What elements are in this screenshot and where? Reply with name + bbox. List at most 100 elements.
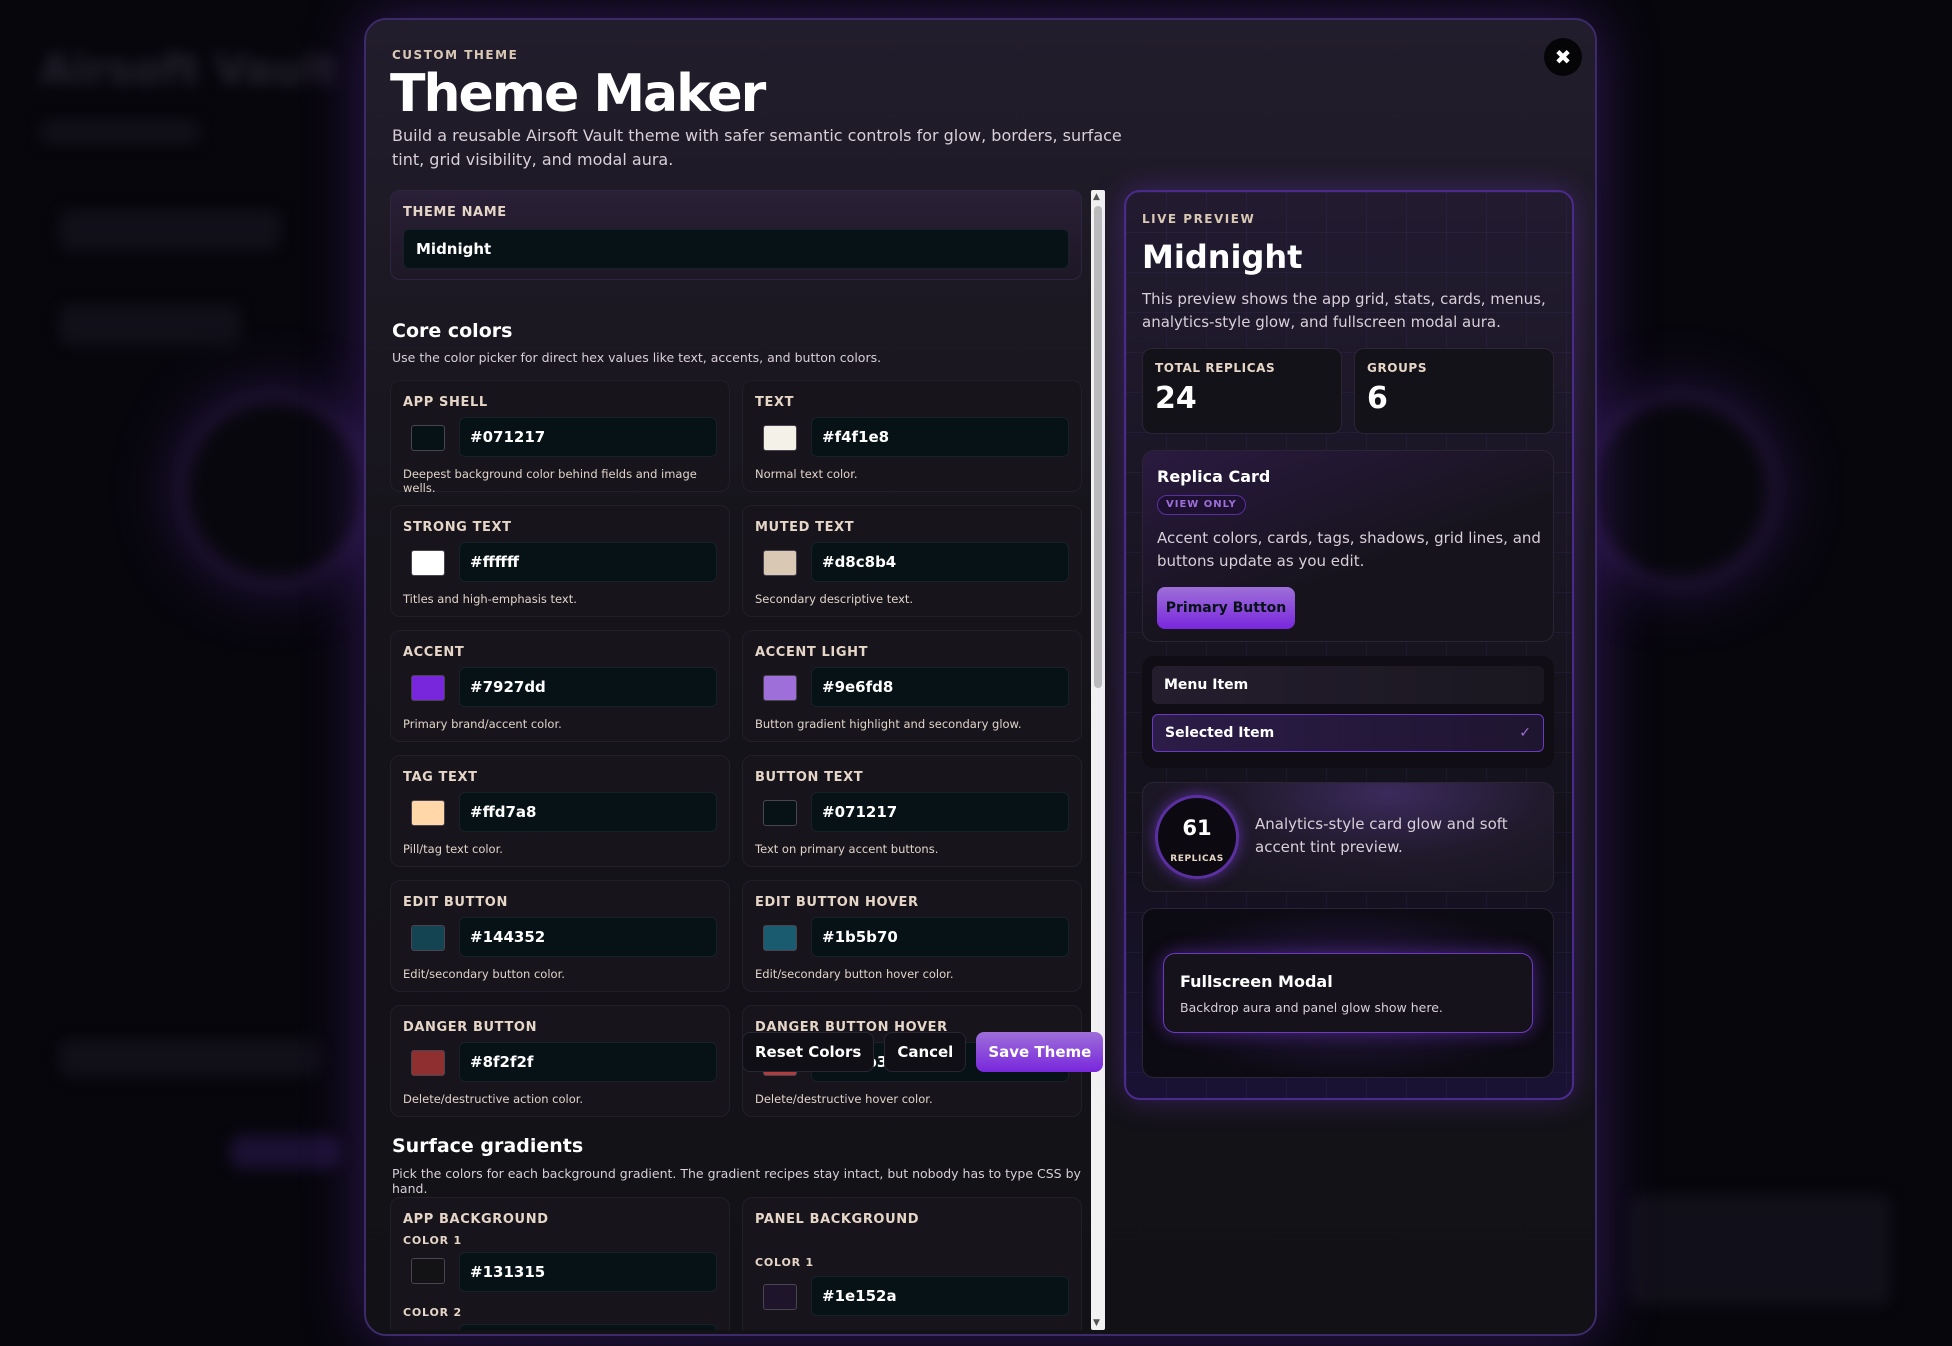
color-label: COLOR 1 xyxy=(403,1234,462,1247)
field-label: APP BACKGROUND xyxy=(403,1212,549,1227)
close-button[interactable]: ✖ xyxy=(1544,38,1582,76)
hex-input[interactable]: #7927dd xyxy=(459,667,717,707)
scroll-down-icon[interactable]: ▼ xyxy=(1093,1318,1100,1328)
stat-label: GROUPS xyxy=(1367,361,1428,375)
field-button-text: BUTTON TEXT #071217 Text on primary acce… xyxy=(742,755,1082,867)
field-hint: Edit/secondary button hover color. xyxy=(755,967,954,981)
background-bar xyxy=(60,305,240,345)
field-label: EDIT BUTTON HOVER xyxy=(755,895,919,910)
field-label: PANEL BACKGROUND xyxy=(755,1212,920,1227)
replica-count-ring: 61 REPLICAS xyxy=(1155,795,1239,879)
theme-name-label: THEME NAME xyxy=(403,205,507,220)
hex-input[interactable]: #144352 xyxy=(459,917,717,957)
background-bar xyxy=(60,1040,320,1076)
field-label: STRONG TEXT xyxy=(403,520,512,535)
stat-value: 6 xyxy=(1367,381,1388,416)
replica-card-title: Replica Card xyxy=(1157,467,1271,486)
color-swatch[interactable] xyxy=(411,925,445,951)
theme-name-card: THEME NAME Midnight xyxy=(390,190,1082,280)
field-label: APP SHELL xyxy=(403,395,488,410)
menu-item-label: Menu Item xyxy=(1164,677,1249,693)
ring-number: 61 xyxy=(1182,816,1212,840)
scroll-thumb[interactable] xyxy=(1094,206,1102,688)
field-label: BUTTON TEXT xyxy=(755,770,864,785)
field-danger-button: DANGER BUTTON #8f2f2f Delete/destructive… xyxy=(390,1005,730,1117)
hex-input[interactable]: #9e6fd8 xyxy=(811,667,1069,707)
modal-eyebrow: CUSTOM THEME xyxy=(392,48,519,62)
field-app-background: APP BACKGROUND COLOR 1 #131315 COLOR 2 xyxy=(390,1197,730,1330)
menu-item-selected[interactable]: Selected Item ✓ xyxy=(1152,714,1544,752)
modal-preview-panel: Fullscreen Modal Backdrop aura and panel… xyxy=(1163,953,1533,1033)
field-label: EDIT BUTTON xyxy=(403,895,508,910)
field-panel-background: PANEL BACKGROUND COLOR 1 #1e152a xyxy=(742,1197,1082,1330)
hex-input[interactable]: #ffffff xyxy=(459,542,717,582)
color-swatch[interactable] xyxy=(411,675,445,701)
modal-title: Theme Maker xyxy=(390,64,766,124)
close-icon: ✖ xyxy=(1554,45,1572,69)
color-swatch[interactable] xyxy=(763,800,797,826)
cancel-button[interactable]: Cancel xyxy=(884,1032,967,1072)
hex-input[interactable]: #f4f1e8 xyxy=(811,417,1069,457)
theme-name-input[interactable]: Midnight xyxy=(403,229,1069,269)
hex-input[interactable]: #131315 xyxy=(459,1252,717,1292)
surface-gradients-description: Pick the colors for each background grad… xyxy=(392,1166,1081,1196)
background-bar xyxy=(1630,1195,1890,1305)
color-swatch[interactable] xyxy=(763,1284,797,1310)
field-hint: Titles and high-emphasis text. xyxy=(403,592,577,606)
hex-input[interactable]: #ffd7a8 xyxy=(459,792,717,832)
fullscreen-modal-preview: Fullscreen Modal Backdrop aura and panel… xyxy=(1142,908,1554,1078)
scroll-up-icon[interactable]: ▲ xyxy=(1093,192,1100,202)
color-swatch[interactable] xyxy=(411,550,445,576)
primary-button-preview[interactable]: Primary Button xyxy=(1157,587,1295,629)
field-accent-light: ACCENT LIGHT #9e6fd8 Button gradient hig… xyxy=(742,630,1082,742)
theme-maker-modal: ✖ CUSTOM THEME Theme Maker Build a reusa… xyxy=(364,18,1597,1336)
reset-colors-button[interactable]: Reset Colors xyxy=(742,1032,875,1072)
menu-item-label: Selected Item xyxy=(1165,725,1275,741)
field-label: TAG TEXT xyxy=(403,770,478,785)
field-hint: Text on primary accent buttons. xyxy=(755,842,939,856)
hex-input[interactable]: #8f2f2f xyxy=(459,1042,717,1082)
analytics-description: Analytics-style card glow and soft accen… xyxy=(1255,815,1508,856)
field-hint: Primary brand/accent color. xyxy=(403,717,562,731)
analytics-card-preview: 61 REPLICAS Analytics-style card glow an… xyxy=(1142,782,1554,892)
stat-groups: GROUPS 6 xyxy=(1354,348,1554,434)
color-swatch[interactable] xyxy=(763,425,797,451)
field-label: MUTED TEXT xyxy=(755,520,855,535)
hex-input[interactable]: #1b5b70 xyxy=(811,917,1069,957)
color-swatch[interactable] xyxy=(411,1050,445,1076)
hex-input[interactable]: #071217 xyxy=(459,417,717,457)
hex-input[interactable] xyxy=(459,1324,717,1330)
background-ring xyxy=(175,390,375,590)
field-muted-text: MUTED TEXT #d8c8b4 Secondary descriptive… xyxy=(742,505,1082,617)
field-label: ACCENT xyxy=(403,645,465,660)
modal-preview-title: Fullscreen Modal xyxy=(1180,972,1333,991)
color-label: COLOR 1 xyxy=(755,1256,814,1269)
field-label: ACCENT LIGHT xyxy=(755,645,869,660)
field-hint: Button gradient highlight and secondary … xyxy=(755,717,1022,731)
theme-form[interactable]: THEME NAME Midnight Core colors Use the … xyxy=(390,190,1092,1330)
hex-input[interactable]: #071217 xyxy=(811,792,1069,832)
background-bar xyxy=(60,210,280,250)
footer-actions: Reset Colors Cancel Save Theme xyxy=(742,1032,1104,1076)
color-swatch[interactable] xyxy=(411,800,445,826)
stat-value: 24 xyxy=(1155,381,1197,416)
stat-total-replicas: TOTAL REPLICAS 24 xyxy=(1142,348,1342,434)
menu-item[interactable]: Menu Item xyxy=(1152,666,1544,704)
form-scrollbar[interactable]: ▲ ▼ xyxy=(1091,190,1105,1330)
background-pill xyxy=(230,1135,340,1169)
replica-card-preview: Replica Card VIEW ONLY Accent colors, ca… xyxy=(1142,450,1554,642)
hex-input[interactable]: #1e152a xyxy=(811,1276,1069,1316)
core-colors-title: Core colors xyxy=(392,320,513,342)
ring-label: REPLICAS xyxy=(1170,854,1224,864)
color-swatch[interactable] xyxy=(763,550,797,576)
field-hint: Delete/destructive hover color. xyxy=(755,1092,933,1106)
hex-input[interactable]: #d8c8b4 xyxy=(811,542,1069,582)
core-colors-description: Use the color picker for direct hex valu… xyxy=(392,350,882,365)
color-swatch[interactable] xyxy=(411,1258,445,1284)
color-swatch[interactable] xyxy=(763,925,797,951)
save-theme-button[interactable]: Save Theme xyxy=(976,1032,1104,1072)
modal-subtitle: Build a reusable Airsoft Vault theme wit… xyxy=(392,126,1122,169)
color-swatch[interactable] xyxy=(763,675,797,701)
color-swatch[interactable] xyxy=(411,425,445,451)
field-text: TEXT #f4f1e8 Normal text color. xyxy=(742,380,1082,492)
